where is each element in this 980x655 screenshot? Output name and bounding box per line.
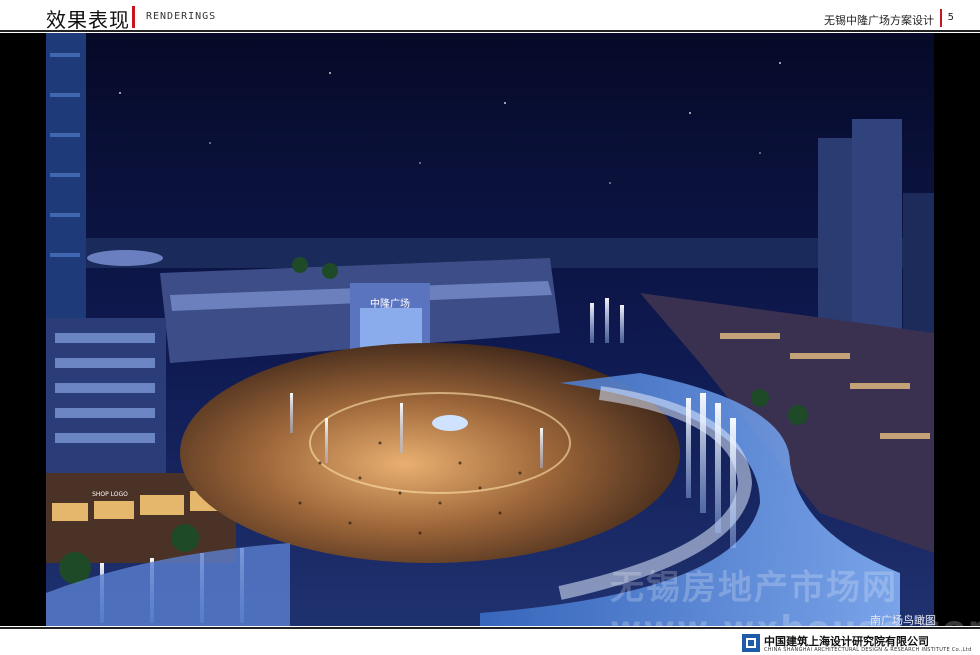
shop-sign: SHOP LOGO	[92, 491, 128, 498]
page-header: 效果表现 RENDERINGS 无锡中隆广场方案设计 5	[0, 0, 980, 32]
section-title-en: RENDERINGS	[146, 11, 217, 22]
night-plaza-illustration: 中隆广场 SHOP LOGO	[0, 33, 980, 626]
section-title: 效果表现	[46, 8, 130, 32]
title-divider	[132, 6, 135, 28]
rendering-image: 中隆广场 SHOP LOGO	[0, 33, 980, 626]
image-caption: 南广场鸟瞰图	[870, 614, 936, 627]
project-title: 无锡中隆广场方案设计	[824, 14, 934, 27]
page-number-divider	[940, 9, 942, 27]
header-rule	[0, 30, 980, 32]
page-number: 5	[947, 12, 954, 23]
company-logo-icon	[742, 634, 760, 652]
footer-rule	[0, 627, 980, 629]
building-sign: 中隆广场	[370, 297, 410, 310]
company-name-en: CHINA SHANGHAI ARCHITECTURAL DESIGN & RE…	[764, 647, 972, 653]
